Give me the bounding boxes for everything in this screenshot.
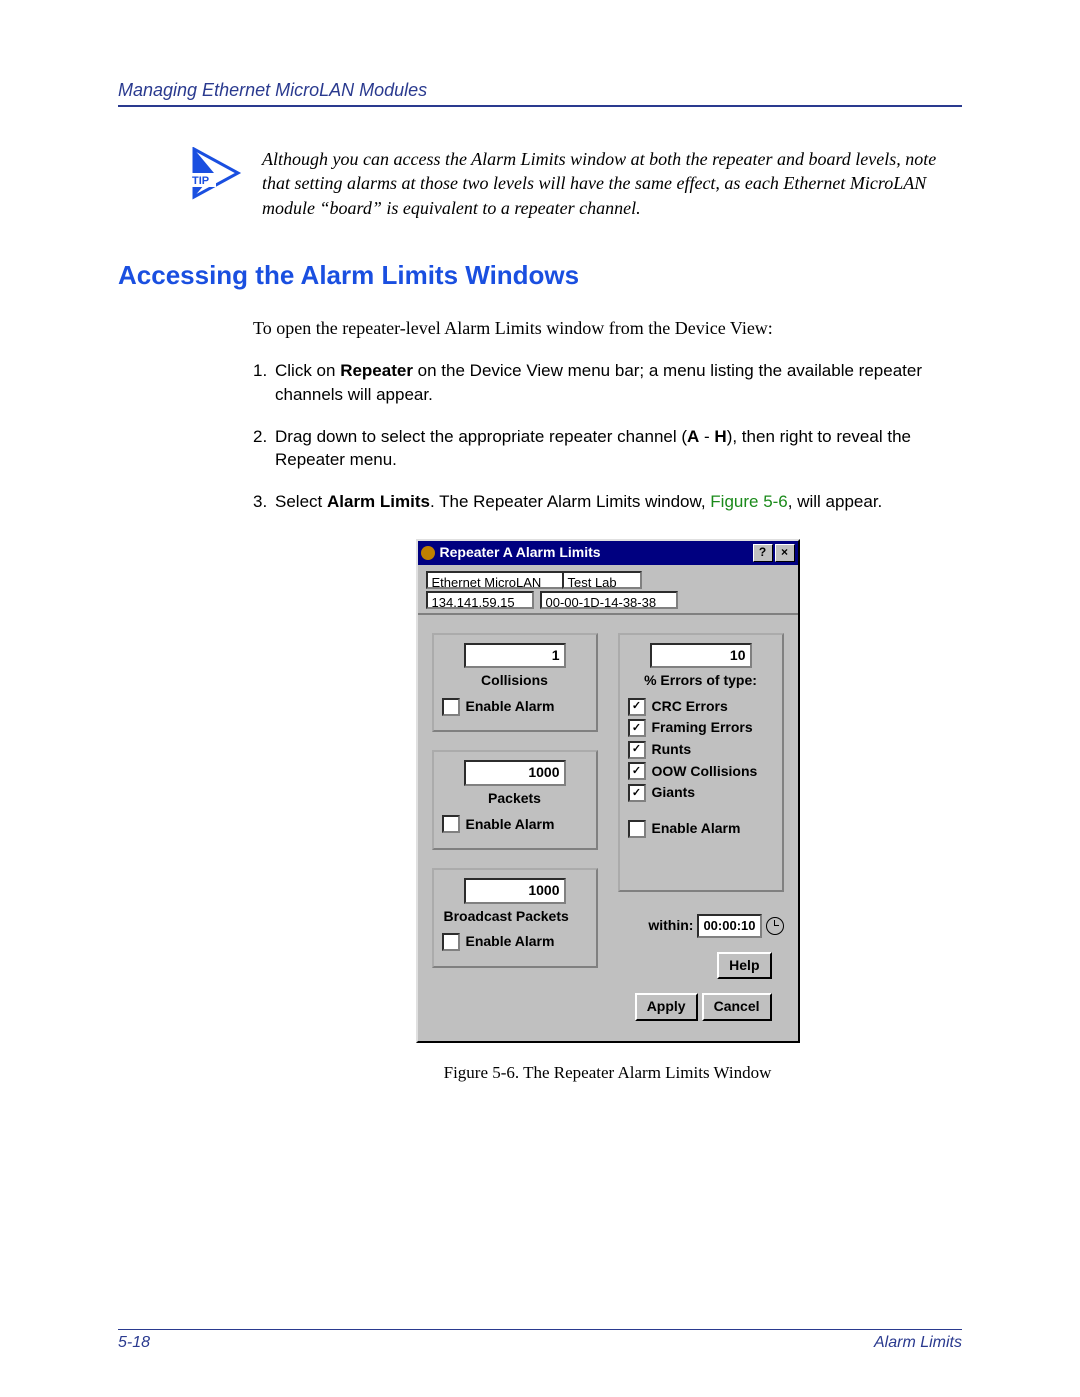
enable-alarm-label: Enable Alarm xyxy=(466,815,555,835)
header-rule xyxy=(118,105,962,107)
error-type-label: Framing Errors xyxy=(652,718,753,738)
collisions-input[interactable]: 1 xyxy=(464,643,566,669)
error-type-row: ✓ CRC Errors xyxy=(628,697,774,717)
step-number: 2. xyxy=(253,425,275,473)
broadcast-label: Broadcast Packets xyxy=(444,907,588,927)
error-type-row: ✓ OOW Collisions xyxy=(628,762,774,782)
step-text: Click on xyxy=(275,361,340,380)
error-type-checkbox[interactable]: ✓ xyxy=(628,719,646,737)
error-type-label: CRC Errors xyxy=(652,697,728,717)
collisions-enable-checkbox[interactable] xyxy=(442,698,460,716)
enable-alarm-label: Enable Alarm xyxy=(466,932,555,952)
footer-section: Alarm Limits xyxy=(874,1334,962,1352)
error-type-checkbox[interactable]: ✓ xyxy=(628,762,646,780)
apply-button[interactable]: Apply xyxy=(635,993,698,1021)
within-row: within: 00:00:10 xyxy=(618,914,784,938)
tip-label: TIP xyxy=(192,175,209,187)
tip-icon: TIP xyxy=(188,147,244,208)
intro-text: To open the repeater-level Alarm Limits … xyxy=(253,316,962,341)
collisions-label: Collisions xyxy=(442,671,588,691)
tip-text: Although you can access the Alarm Limits… xyxy=(262,147,962,220)
broadcast-enable-checkbox[interactable] xyxy=(442,933,460,951)
step-2: 2. Drag down to select the appropriate r… xyxy=(253,425,962,473)
step-3: 3. Select Alarm Limits. The Repeater Ala… xyxy=(253,490,962,514)
error-type-label: Runts xyxy=(652,740,692,760)
page-footer: 5-18 Alarm Limits xyxy=(118,1321,962,1352)
device-name-field: Ethernet MicroLAN xyxy=(426,571,562,589)
window-titlebar[interactable]: Repeater A Alarm Limits ? × xyxy=(418,541,798,565)
step-text: . The Repeater Alarm Limits window, xyxy=(430,492,710,511)
enable-alarm-label: Enable Alarm xyxy=(466,697,555,717)
step-bold: A xyxy=(687,427,699,446)
error-type-checkbox[interactable]: ✓ xyxy=(628,741,646,759)
within-label: within: xyxy=(648,916,693,936)
error-type-checkbox[interactable]: ✓ xyxy=(628,698,646,716)
device-lab-field: Test Lab xyxy=(562,571,642,589)
step-1: 1. Click on Repeater on the Device View … xyxy=(253,359,962,407)
step-text: Drag down to select the appropriate repe… xyxy=(275,427,687,446)
step-bold: Alarm Limits xyxy=(327,492,430,511)
step-bold: H xyxy=(714,427,726,446)
enable-alarm-label: Enable Alarm xyxy=(652,819,741,839)
error-type-label: OOW Collisions xyxy=(652,762,758,782)
figure-caption: Figure 5-6. The Repeater Alarm Limits Wi… xyxy=(444,1061,772,1085)
step-text: Select xyxy=(275,492,327,511)
cancel-button[interactable]: Cancel xyxy=(702,993,772,1021)
packets-label: Packets xyxy=(442,789,588,809)
device-mac-field: 00-00-1D-14-38-38 xyxy=(540,591,678,609)
help-button[interactable]: Help xyxy=(717,952,771,980)
figure-reference-link[interactable]: Figure 5-6 xyxy=(710,492,787,511)
packets-group: 1000 Packets Enable Alarm xyxy=(432,750,598,850)
step-number: 3. xyxy=(253,490,275,514)
packets-enable-checkbox[interactable] xyxy=(442,815,460,833)
collisions-group: 1 Collisions Enable Alarm xyxy=(432,633,598,733)
within-input[interactable]: 00:00:10 xyxy=(697,914,761,938)
error-type-label: Giants xyxy=(652,783,696,803)
clock-icon[interactable] xyxy=(766,917,784,935)
step-number: 1. xyxy=(253,359,275,407)
app-icon xyxy=(421,546,435,560)
alarm-limits-window: Repeater A Alarm Limits ? × Ethernet Mic… xyxy=(416,539,800,1043)
window-title: Repeater A Alarm Limits xyxy=(440,543,601,563)
packets-input[interactable]: 1000 xyxy=(464,760,566,786)
help-icon[interactable]: ? xyxy=(753,544,773,562)
running-header: Managing Ethernet MicroLAN Modules xyxy=(118,80,962,101)
error-type-row: ✓ Giants xyxy=(628,783,774,803)
errors-enable-checkbox[interactable] xyxy=(628,820,646,838)
error-type-row: ✓ Framing Errors xyxy=(628,718,774,738)
step-text: , will appear. xyxy=(788,492,883,511)
broadcast-group: 1000 Broadcast Packets Enable Alarm xyxy=(432,868,598,968)
device-info: Ethernet MicroLAN Test Lab 134.141.59.15… xyxy=(418,565,798,615)
error-type-checkbox[interactable]: ✓ xyxy=(628,784,646,802)
tip-block: TIP Although you can access the Alarm Li… xyxy=(188,147,962,220)
errors-input[interactable]: 10 xyxy=(650,643,752,669)
device-ip-field: 134.141.59.15 xyxy=(426,591,534,609)
step-bold: Repeater xyxy=(340,361,413,380)
page-number: 5-18 xyxy=(118,1334,150,1352)
step-text: - xyxy=(699,427,714,446)
error-type-row: ✓ Runts xyxy=(628,740,774,760)
section-heading: Accessing the Alarm Limits Windows xyxy=(118,260,962,291)
close-icon[interactable]: × xyxy=(775,544,795,562)
errors-label: % Errors of type: xyxy=(628,671,774,691)
errors-group: 10 % Errors of type: ✓ CRC Errors ✓ Framing… xyxy=(618,633,784,892)
broadcast-input[interactable]: 1000 xyxy=(464,878,566,904)
